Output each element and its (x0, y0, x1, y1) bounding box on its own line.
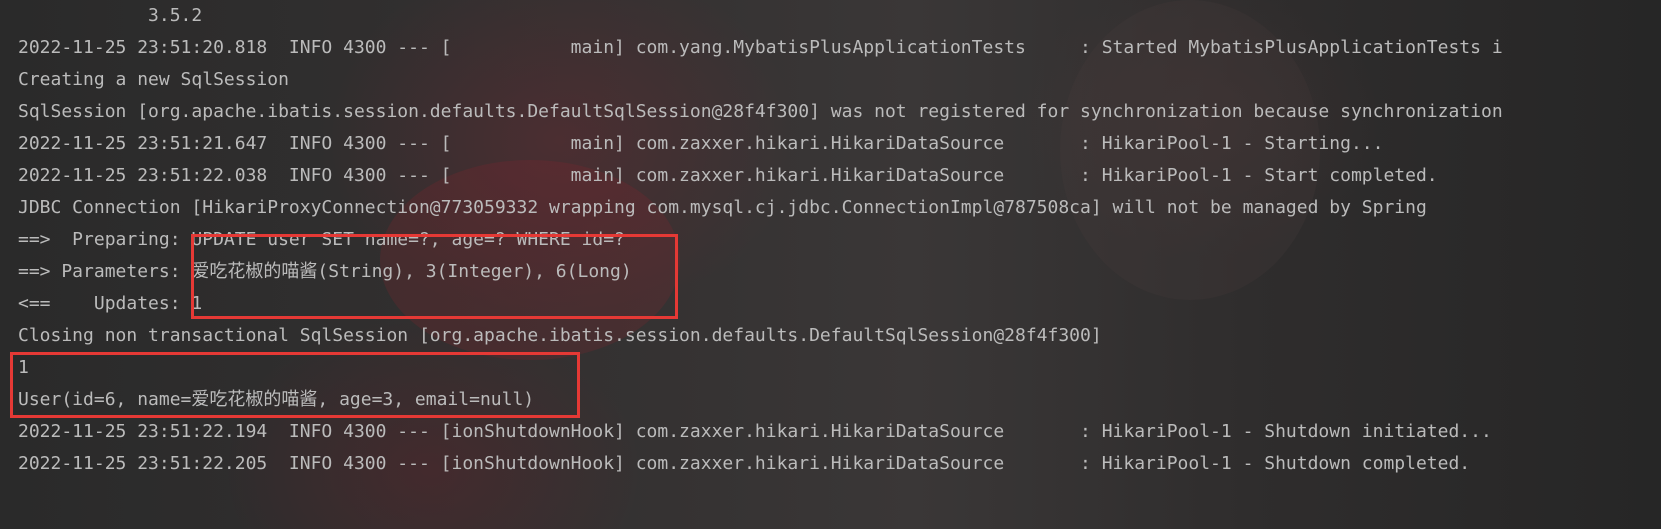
console-line: JDBC Connection [HikariProxyConnection@7… (18, 197, 1427, 218)
sql-updates-line: <== Updates: 1 (18, 293, 203, 314)
console-line: 3.5.2 (18, 5, 203, 26)
console-line: Closing non transactional SqlSession [or… (18, 325, 1102, 346)
console-line: SqlSession [org.apache.ibatis.session.de… (18, 101, 1503, 122)
console-line: Creating a new SqlSession (18, 69, 289, 90)
console-line: 2022-11-25 23:51:22.205 INFO 4300 --- [i… (18, 453, 1471, 474)
sql-highlight-box (191, 234, 678, 319)
result-highlight-box (10, 352, 580, 418)
console-output[interactable]: 3.5.2 2022-11-25 23:51:20.818 INFO 4300 … (0, 0, 1661, 529)
console-line: 2022-11-25 23:51:22.194 INFO 4300 --- [i… (18, 421, 1492, 442)
console-line: 2022-11-25 23:51:20.818 INFO 4300 --- [ … (18, 37, 1503, 58)
console-line: 2022-11-25 23:51:22.038 INFO 4300 --- [ … (18, 165, 1438, 186)
console-line: 2022-11-25 23:51:21.647 INFO 4300 --- [ … (18, 133, 1384, 154)
